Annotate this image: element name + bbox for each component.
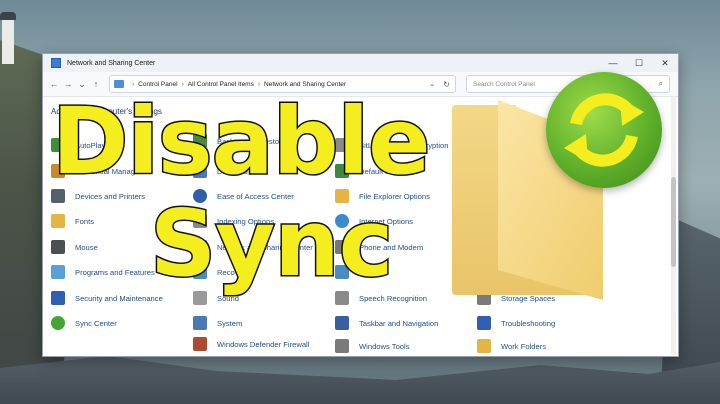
network-window-icon — [51, 58, 61, 68]
list-item[interactable]: Mouse — [51, 239, 98, 255]
taskbar-icon — [335, 316, 349, 330]
flag-icon — [51, 291, 65, 305]
sync-logo-icon — [546, 72, 662, 188]
list-item[interactable]: Windows Tools — [335, 338, 410, 354]
list-item[interactable]: Security and Maintenance — [51, 290, 163, 306]
list-item[interactable]: Fonts — [51, 213, 94, 229]
scrollbar-thumb[interactable] — [671, 177, 676, 267]
search-placeholder: Search Control Panel — [473, 80, 535, 88]
system-icon — [193, 316, 207, 330]
fonts-icon — [51, 214, 65, 228]
close-button[interactable]: ✕ — [652, 54, 678, 72]
list-item[interactable]: Work Folders — [477, 338, 546, 354]
mouse-icon — [51, 240, 65, 254]
list-item[interactable]: System — [193, 315, 242, 331]
lighthouse-image — [0, 12, 16, 64]
window-title: Network and Sharing Center — [67, 59, 156, 67]
firewall-icon — [193, 337, 207, 351]
sync-icon — [51, 316, 65, 330]
list-item[interactable]: Troubleshooting — [477, 315, 555, 331]
minimize-button[interactable]: — — [600, 54, 626, 72]
overlay-title-line1: Disable — [51, 88, 433, 195]
list-item[interactable]: Programs and Features — [51, 264, 155, 280]
refresh-icon[interactable]: ↻ — [443, 80, 450, 89]
work-folders-icon — [477, 339, 491, 353]
title-bar: Network and Sharing Center — ☐ ✕ — [43, 54, 678, 72]
tools-icon — [335, 339, 349, 353]
breadcrumb-all-items[interactable]: All Control Panel Items — [188, 81, 254, 88]
breadcrumb-network-sharing[interactable]: Network and Sharing Center — [264, 81, 346, 88]
address-dropdown-icon[interactable]: ⌄ — [429, 80, 435, 88]
list-item[interactable]: Taskbar and Navigation — [335, 315, 438, 331]
list-item[interactable]: Sync Center — [51, 315, 117, 331]
troubleshoot-icon — [477, 316, 491, 330]
control-panel-icon — [114, 80, 124, 88]
breadcrumb-control-panel[interactable]: Control Panel — [138, 81, 177, 88]
maximize-button[interactable]: ☐ — [626, 54, 652, 72]
overlay-title-line2: Sync — [148, 190, 394, 297]
list-item[interactable]: Windows Defender Firewall — [193, 336, 309, 352]
programs-icon — [51, 265, 65, 279]
